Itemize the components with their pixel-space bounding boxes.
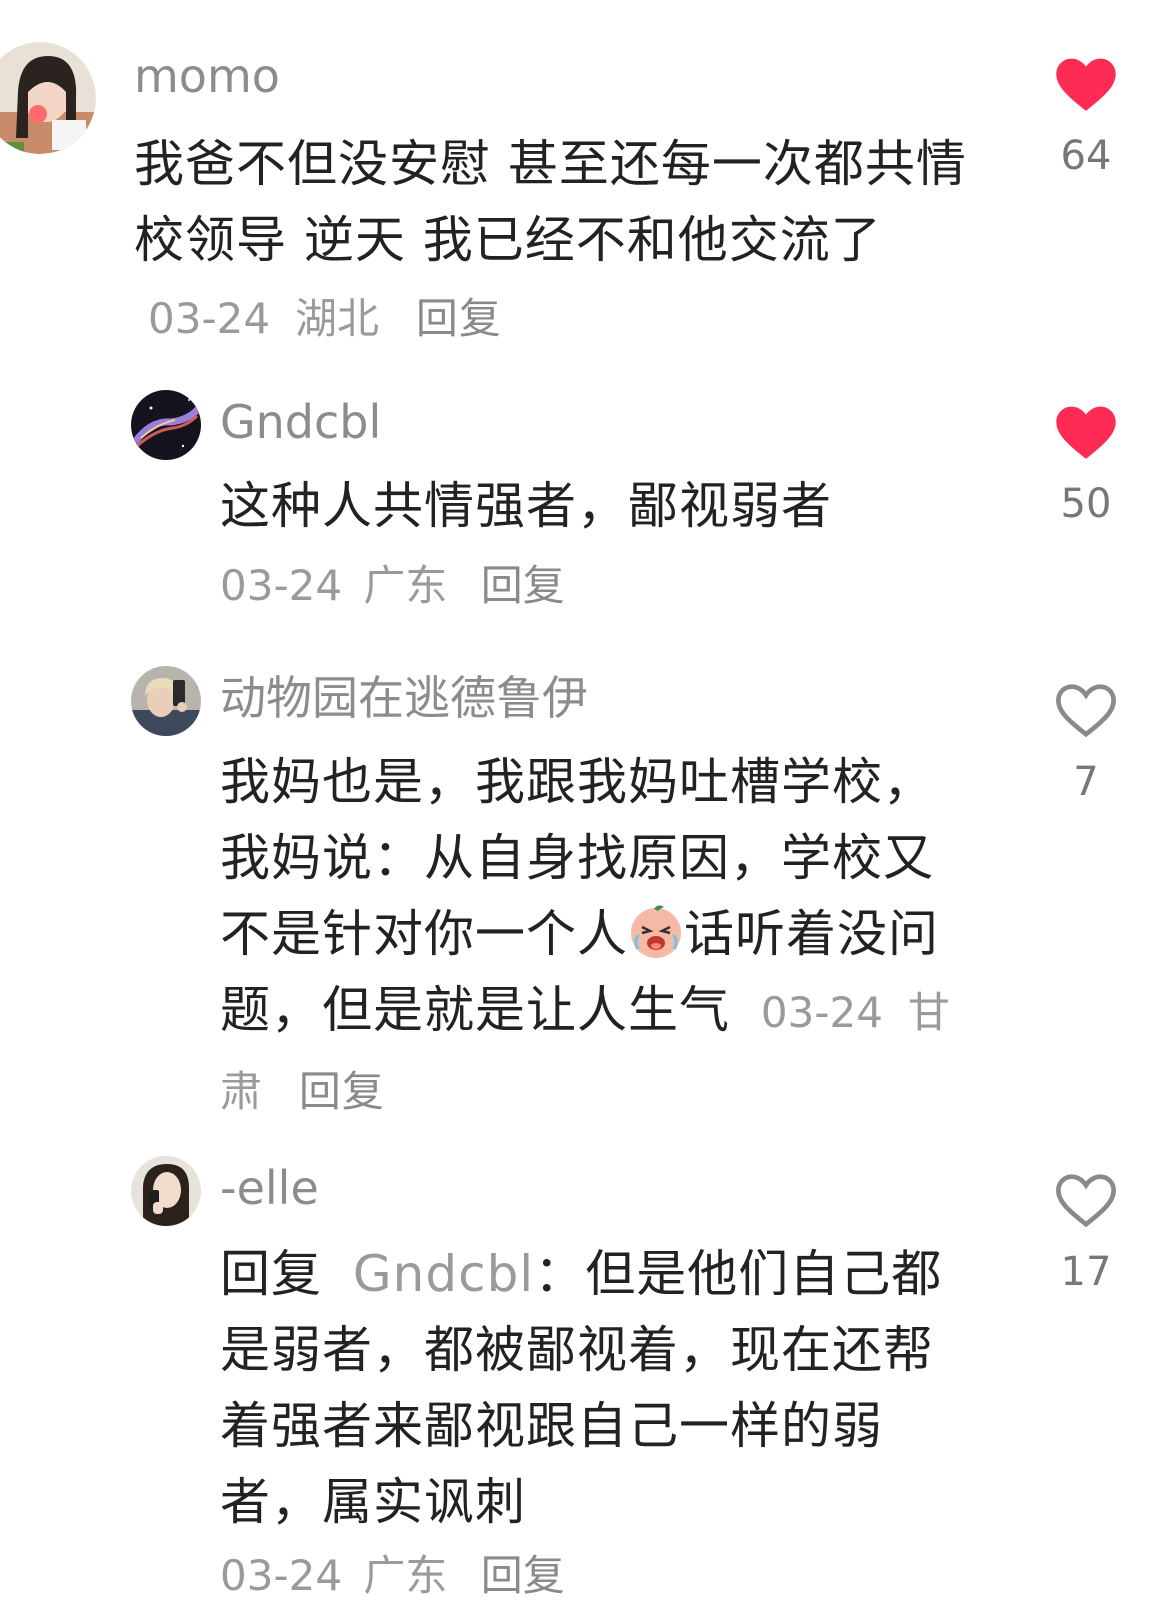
reply-prefix: 回复 bbox=[220, 1245, 322, 1303]
heart-outline-icon bbox=[1056, 1174, 1116, 1228]
avatar[interactable] bbox=[0, 42, 96, 154]
comment-username[interactable]: -elle bbox=[220, 1160, 319, 1216]
comment-date: 03-24 bbox=[760, 988, 883, 1037]
like-button[interactable]: 17 bbox=[1050, 1172, 1122, 1300]
reply-button[interactable]: 回复 bbox=[481, 1551, 565, 1600]
comment-location: 湖北 bbox=[294, 294, 379, 343]
comment-username[interactable]: Gndcbl bbox=[220, 394, 381, 450]
heart-filled-icon bbox=[1056, 406, 1116, 459]
like-count: 50 bbox=[1060, 481, 1112, 527]
like-count: 7 bbox=[1073, 759, 1099, 805]
like-count: 17 bbox=[1060, 1249, 1112, 1295]
like-button[interactable]: 64 bbox=[1050, 56, 1122, 184]
comment-date: 03-24 bbox=[220, 1551, 343, 1600]
comment-username[interactable]: momo bbox=[134, 48, 280, 104]
comment-body: 我爸不但没安慰 甚至还每一次都共情校领导 逆天 我已经不和他交流了 bbox=[134, 135, 967, 269]
like-button[interactable]: 7 bbox=[1050, 682, 1122, 810]
comment-date: 03-24 bbox=[220, 561, 343, 610]
avatar[interactable] bbox=[131, 390, 201, 460]
mention-link[interactable]: Gndcbl bbox=[353, 1245, 534, 1303]
reply-button[interactable]: 回复 bbox=[416, 294, 502, 343]
comment-meta: 03-24 广东 回复 bbox=[220, 556, 565, 616]
reply-button[interactable]: 回复 bbox=[481, 561, 565, 610]
avatar[interactable] bbox=[131, 666, 201, 736]
crying-face-emoji-icon bbox=[628, 903, 684, 959]
like-button[interactable]: 50 bbox=[1050, 404, 1122, 532]
comment-body: ：但是他们自己都是弱者，都被鄙视着，现在还帮着强者来鄙视跟自己一样的弱者，属实讽… bbox=[220, 1245, 943, 1531]
comment-location: 广东 bbox=[363, 1551, 448, 1600]
comment-date: 03-24 bbox=[148, 294, 271, 343]
comment-meta: 03-24 广东 回复 bbox=[220, 1546, 565, 1606]
comment-location: 广东 bbox=[363, 561, 448, 610]
heart-outline-icon bbox=[1056, 684, 1116, 738]
comment-text: 这种人共情强者，鄙视弱者 bbox=[220, 477, 832, 535]
like-count: 64 bbox=[1060, 133, 1112, 179]
comment-text: 我妈也是，我跟我妈吐槽学校，我妈说：从自身找原因，学校又不是针对你一个人 话听着… bbox=[220, 744, 980, 1130]
heart-filled-icon bbox=[1056, 58, 1116, 111]
reply-button[interactable]: 回复 bbox=[299, 1067, 385, 1116]
avatar[interactable] bbox=[131, 1156, 201, 1226]
comment-text: 我爸不但没安慰 甚至还每一次都共情校领导 逆天 我已经不和他交流了 03-24 … bbox=[134, 126, 974, 357]
comment-username[interactable]: 动物园在逃德鲁伊 bbox=[220, 670, 588, 726]
comment-text: 回复 Gndcbl：但是他们自己都是弱者，都被鄙视着，现在还帮着强者来鄙视跟自己… bbox=[220, 1236, 980, 1540]
